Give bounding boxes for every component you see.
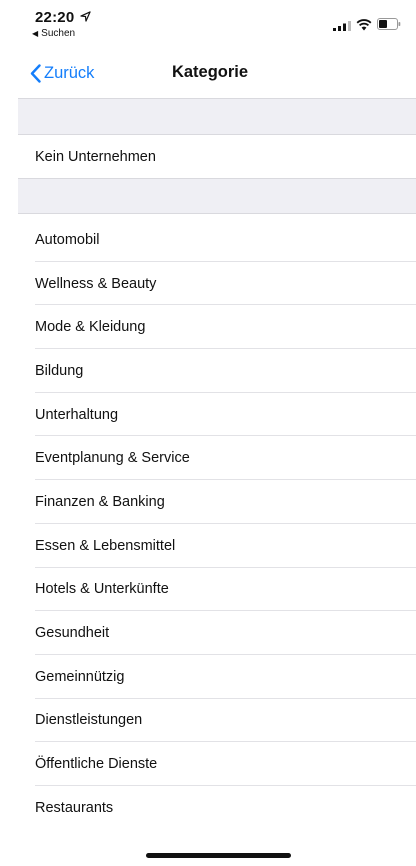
list-item[interactable]: Dienstleistungen bbox=[18, 698, 416, 743]
list-item-label: Dienstleistungen bbox=[35, 712, 143, 729]
list-item-label: Bildung bbox=[35, 362, 84, 379]
category-list: Automobil Wellness & Beauty Mode & Kleid… bbox=[18, 218, 416, 830]
list-item-label: Finanzen & Banking bbox=[35, 493, 165, 510]
home-indicator[interactable] bbox=[146, 853, 291, 858]
list-item[interactable]: Eventplanung & Service bbox=[18, 436, 416, 481]
back-to-app-label: Suchen bbox=[41, 28, 76, 39]
list-item-label: Hotels & Unterkünfte bbox=[35, 581, 169, 598]
list-item-label: Öffentliche Dienste bbox=[35, 756, 158, 773]
list-item-kein-unternehmen[interactable]: Kein Unternehmen bbox=[18, 135, 416, 178]
list-item-label: Unterhaltung bbox=[35, 406, 119, 423]
list-item[interactable]: Bildung bbox=[18, 349, 416, 393]
page-title: Kategorie bbox=[171, 63, 249, 81]
list-item[interactable]: Mode & Kleidung bbox=[18, 305, 416, 350]
signal-icon bbox=[333, 21, 351, 31]
navigation-bar: Zurück Kategorie bbox=[18, 50, 416, 98]
status-bar: 22:20 ◀ Suchen bbox=[18, 0, 416, 50]
list-item[interactable]: Hotels & Unterkünfte bbox=[18, 567, 416, 612]
back-to-app-link[interactable]: ◀ Suchen bbox=[32, 28, 75, 39]
list-item-label: Automobil bbox=[35, 231, 100, 248]
list-item[interactable]: Wellness & Beauty bbox=[18, 261, 416, 306]
list-item-label: Kein Unternehmen bbox=[35, 148, 156, 165]
list-item[interactable]: Restaurants bbox=[18, 785, 416, 830]
list-item[interactable]: Gesundheit bbox=[18, 611, 416, 655]
list-item[interactable]: Automobil bbox=[18, 218, 416, 262]
list-item[interactable]: Finanzen & Banking bbox=[18, 480, 416, 524]
status-time: 22:20 bbox=[35, 9, 75, 26]
list-item-label: Gesundheit bbox=[35, 625, 110, 642]
list-item[interactable]: Öffentliche Dienste bbox=[18, 742, 416, 786]
list-item-label: Wellness & Beauty bbox=[35, 275, 157, 292]
list-item-label: Gemeinnützig bbox=[35, 668, 125, 685]
location-arrow-icon bbox=[80, 11, 91, 22]
list-item[interactable]: Unterhaltung bbox=[18, 392, 416, 437]
list-item-label: Essen & Lebensmittel bbox=[35, 537, 176, 554]
list-item-label: Mode & Kleidung bbox=[35, 319, 146, 336]
list-item[interactable]: Gemeinnützig bbox=[18, 654, 416, 699]
section-spacer bbox=[18, 178, 416, 214]
screen: 22:20 ◀ Suchen Zurück Kategorie Kein Unt… bbox=[18, 0, 416, 866]
list-item-label: Eventplanung & Service bbox=[35, 450, 190, 467]
battery-icon bbox=[377, 18, 401, 30]
wifi-icon bbox=[356, 19, 372, 31]
list-item[interactable]: Essen & Lebensmittel bbox=[18, 523, 416, 568]
back-triangle-icon: ◀ bbox=[32, 29, 39, 38]
list-item-label: Restaurants bbox=[35, 799, 114, 816]
section-spacer bbox=[18, 98, 416, 135]
